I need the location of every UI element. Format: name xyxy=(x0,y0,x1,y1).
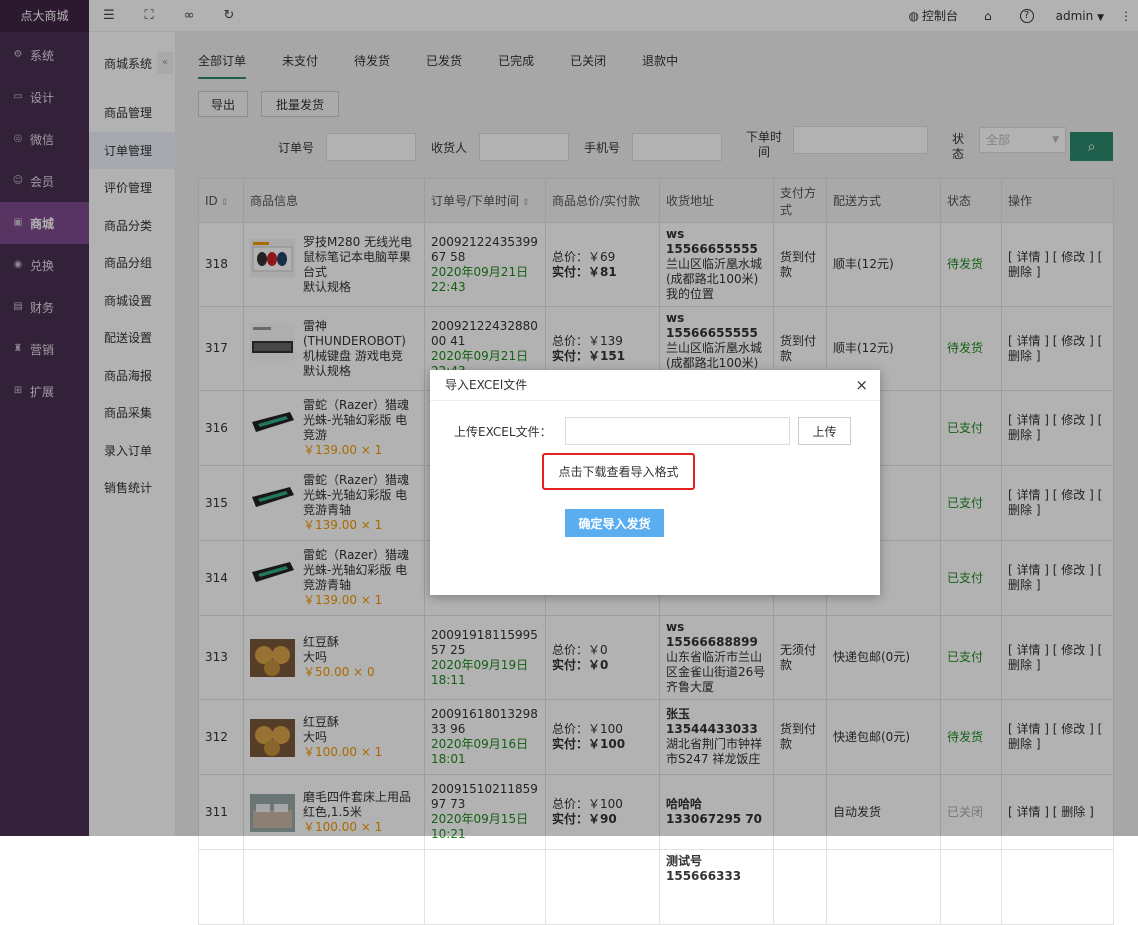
receiver-name: 测试号 155666333 xyxy=(659,849,774,925)
dialog-title: 导入EXCEl文件 xyxy=(430,370,880,401)
close-icon[interactable]: × xyxy=(855,376,868,394)
download-format-link[interactable]: 点击下载查看导入格式 xyxy=(542,453,695,490)
upload-button[interactable]: 上传 xyxy=(798,417,851,445)
table-row: 测试号 155666333 xyxy=(198,849,1114,925)
excel-file-input[interactable] xyxy=(565,417,790,445)
upload-field-label: 上传EXCEL文件： xyxy=(454,425,552,439)
import-excel-dialog: 导入EXCEl文件 × 上传EXCEL文件： 上传 点击下载查看导入格式 确定导… xyxy=(430,370,880,595)
confirm-import-button[interactable]: 确定导入发货 xyxy=(565,509,664,537)
